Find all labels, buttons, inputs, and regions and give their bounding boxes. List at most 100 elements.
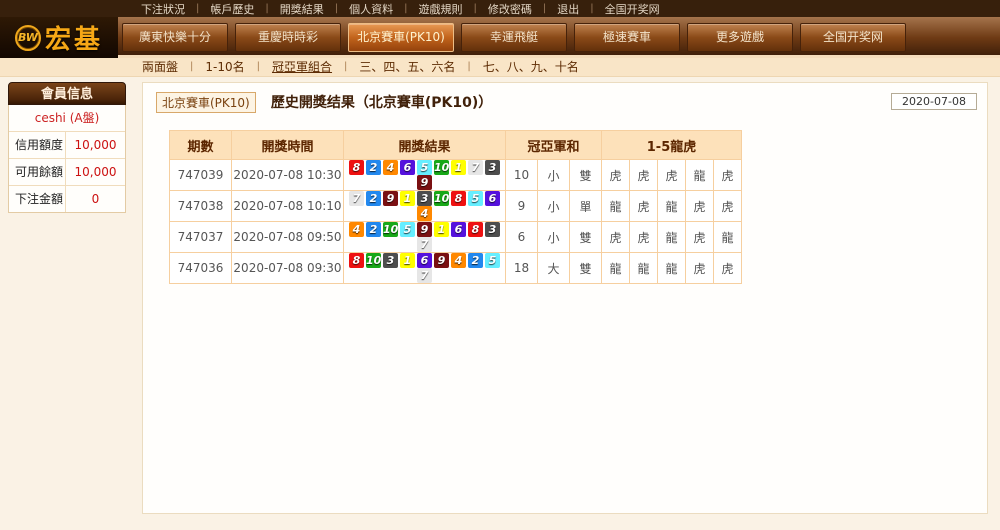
nav-button[interactable]: 北京賽車(PK10) — [348, 23, 454, 52]
result-ball: 8 — [349, 253, 364, 268]
date-input[interactable] — [891, 93, 977, 110]
member-username: ceshi (A盤) — [9, 105, 125, 131]
dragon-tiger-cell: 虎 — [630, 222, 658, 253]
sub-nav-item[interactable]: 1-10名 — [193, 58, 256, 76]
table-row: 7470392020-07-08 10:308246510173910小雙虎虎虎… — [170, 160, 742, 191]
result-ball: 8 — [451, 191, 466, 206]
result-ball: 7 — [417, 237, 432, 252]
sub-nav-item[interactable]: 三、四、五、六名 — [347, 58, 467, 76]
issue-cell: 747037 — [170, 222, 232, 253]
top-menu-item[interactable]: 全国开奖网 — [594, 1, 671, 17]
size-cell: 小 — [538, 160, 570, 191]
result-ball: 5 — [485, 253, 500, 268]
result-ball: 2 — [468, 253, 483, 268]
result-ball: 7 — [417, 268, 432, 283]
nav-button[interactable]: 重慶時時彩 — [235, 23, 341, 52]
game-label-button[interactable]: 北京賽車(PK10) — [156, 92, 256, 113]
dragon-tiger-cell: 虎 — [686, 222, 714, 253]
result-ball: 5 — [468, 191, 483, 206]
logo: BW 宏基 — [0, 17, 118, 58]
logo-bw-icon: BW — [15, 25, 41, 51]
issue-cell: 747036 — [170, 253, 232, 284]
results-header: 北京賽車(PK10) 歷史開獎结果（北京賽車(PK10)） — [143, 83, 987, 115]
result-ball: 10 — [366, 253, 381, 268]
dragon-tiger-cell: 龍 — [602, 253, 630, 284]
dragon-tiger-cell: 龍 — [602, 191, 630, 222]
column-header: 冠亞軍和 — [506, 131, 602, 160]
result-ball: 6 — [400, 160, 415, 175]
result-ball: 3 — [417, 191, 432, 206]
dragon-tiger-cell: 虎 — [686, 191, 714, 222]
content-area: 會員信息 ceshi (A盤) 信用額度10,000可用餘額10,000下注金額… — [0, 77, 1000, 526]
sum-cell: 9 — [506, 191, 538, 222]
sub-nav-item[interactable]: 冠亞軍組合 — [260, 58, 344, 76]
result-ball: 9 — [383, 191, 398, 206]
top-menu-item[interactable]: 退出 — [546, 1, 590, 17]
member-info-rows: 信用額度10,000可用餘額10,000下注金額0 — [9, 131, 125, 212]
member-info-label: 可用餘額 — [9, 159, 65, 185]
member-info-title: 會員信息 — [8, 82, 126, 105]
top-menu-item[interactable]: 個人資料 — [338, 1, 404, 17]
dragon-tiger-cell: 虎 — [602, 222, 630, 253]
size-cell: 大 — [538, 253, 570, 284]
nav-button[interactable]: 幸運飛艇 — [461, 23, 567, 52]
parity-cell: 單 — [570, 191, 602, 222]
member-info-value: 0 — [65, 186, 125, 212]
dragon-tiger-cell: 虎 — [630, 160, 658, 191]
nav-button[interactable]: 廣東快樂十分 — [122, 23, 228, 52]
result-ball: 7 — [349, 191, 364, 206]
nav-button[interactable]: 極速賽車 — [574, 23, 680, 52]
sum-cell: 18 — [506, 253, 538, 284]
sub-nav-bar: 兩面盤|1-10名|冠亞軍組合|三、四、五、六名|七、八、九、十名 — [0, 58, 1000, 77]
result-ball: 3 — [485, 160, 500, 175]
member-info-label: 信用額度 — [9, 132, 65, 158]
result-ball: 4 — [383, 160, 398, 175]
issue-cell: 747038 — [170, 191, 232, 222]
result-ball: 3 — [485, 222, 500, 237]
result-balls-cell: 42105916837 — [344, 222, 506, 253]
game-nav-buttons: 廣東快樂十分重慶時時彩北京賽車(PK10)幸運飛艇極速賽車更多遊戲全国开奖网 — [122, 17, 1000, 52]
top-menu-item[interactable]: 遊戲規則 — [408, 1, 474, 17]
dragon-tiger-cell: 虎 — [714, 160, 742, 191]
sub-nav-item[interactable]: 兩面盤 — [130, 58, 190, 76]
nav-button[interactable]: 更多遊戲 — [687, 23, 793, 52]
top-menu-item[interactable]: 開獎結果 — [269, 1, 335, 17]
time-cell: 2020-07-08 10:30 — [232, 160, 344, 191]
issue-cell: 747039 — [170, 160, 232, 191]
result-ball: 4 — [451, 253, 466, 268]
result-ball: 2 — [366, 191, 381, 206]
top-menu-item[interactable]: 下注狀況 — [130, 1, 196, 17]
member-info-body: ceshi (A盤) 信用額度10,000可用餘額10,000下注金額0 — [8, 105, 126, 213]
nav-button[interactable]: 全国开奖网 — [800, 23, 906, 52]
member-info-value: 10,000 — [65, 159, 125, 185]
time-cell: 2020-07-08 09:30 — [232, 253, 344, 284]
table-row: 7470372020-07-08 09:50421059168376小雙虎虎龍虎… — [170, 222, 742, 253]
result-ball: 4 — [349, 222, 364, 237]
result-ball: 6 — [485, 191, 500, 206]
dragon-tiger-cell: 虎 — [630, 191, 658, 222]
dragon-tiger-cell: 龍 — [686, 160, 714, 191]
result-ball: 2 — [366, 160, 381, 175]
table-header-row: 期數開獎時間開獎結果冠亞軍和1-5龍虎 — [170, 131, 742, 160]
dragon-tiger-cell: 龍 — [658, 191, 686, 222]
table-row: 7470382020-07-08 10:10729131085649小單龍虎龍虎… — [170, 191, 742, 222]
result-balls-cell: 81031694257 — [344, 253, 506, 284]
main-nav-bar: BW 宏基 廣東快樂十分重慶時時彩北京賽車(PK10)幸運飛艇極速賽車更多遊戲全… — [0, 17, 1000, 58]
result-ball: 10 — [434, 160, 449, 175]
time-cell: 2020-07-08 10:10 — [232, 191, 344, 222]
dragon-tiger-cell: 龍 — [658, 253, 686, 284]
sub-nav-item[interactable]: 七、八、九、十名 — [471, 58, 591, 76]
result-balls-cell: 82465101739 — [344, 160, 506, 191]
top-menu-item[interactable]: 帳戶歷史 — [199, 1, 265, 17]
column-header: 1-5龍虎 — [602, 131, 742, 160]
result-ball: 7 — [468, 160, 483, 175]
result-ball: 1 — [451, 160, 466, 175]
result-ball: 6 — [417, 253, 432, 268]
result-ball: 2 — [366, 222, 381, 237]
top-menu-item[interactable]: 修改密碼 — [477, 1, 543, 17]
dragon-tiger-cell: 虎 — [686, 253, 714, 284]
top-menu-bar: 下注狀況|帳戶歷史|開獎結果|個人資料|遊戲規則|修改密碼|退出|全国开奖网 — [0, 0, 1000, 17]
result-ball: 3 — [383, 253, 398, 268]
result-ball: 9 — [417, 222, 432, 237]
top-menu: 下注狀況|帳戶歷史|開獎結果|個人資料|遊戲規則|修改密碼|退出|全国开奖网 — [130, 1, 671, 17]
